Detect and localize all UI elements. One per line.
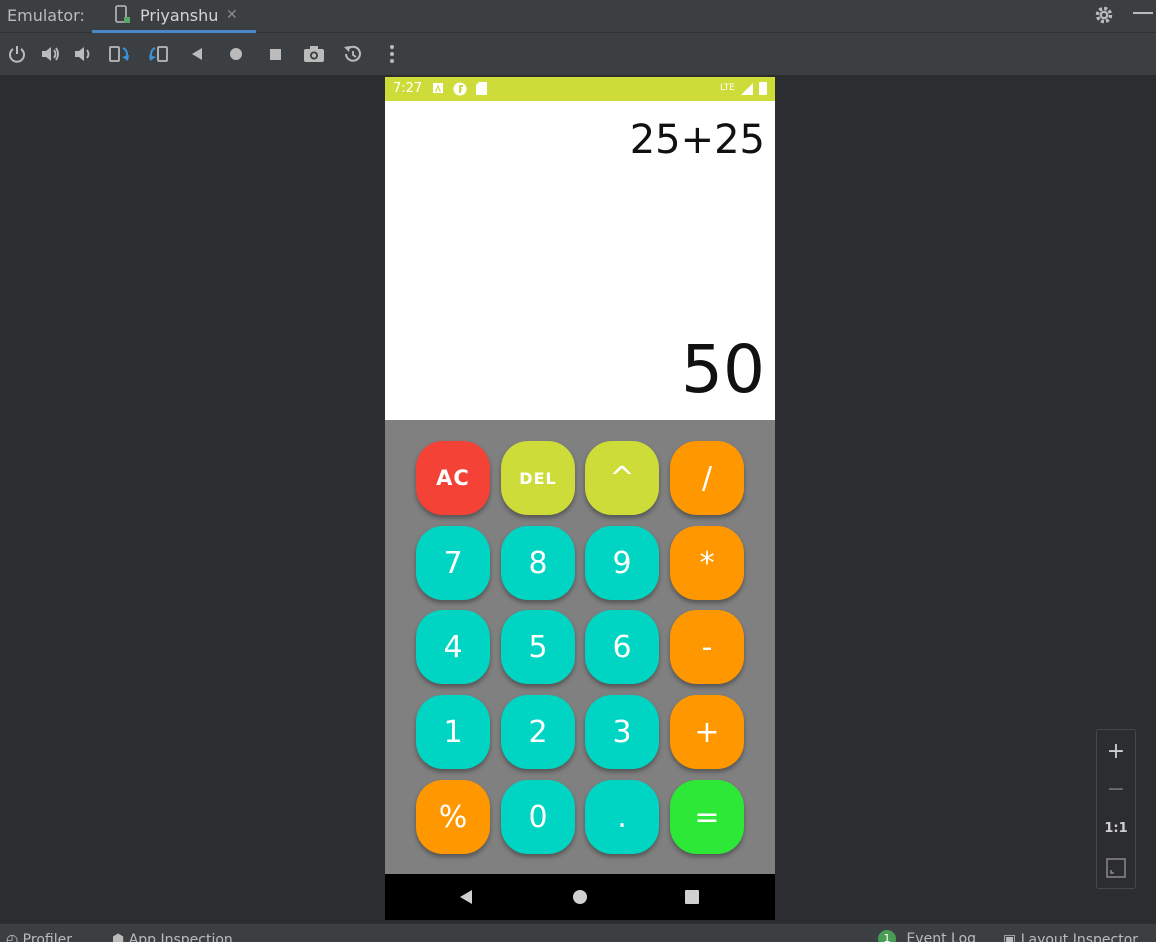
app-inspection-tab[interactable]: ⬢ App Inspection bbox=[112, 932, 233, 942]
app-inspection-icon: ⬢ bbox=[112, 932, 125, 942]
digit-4-button[interactable]: 4 bbox=[416, 610, 490, 684]
digit-1-button[interactable]: 1 bbox=[416, 695, 490, 769]
percent-button[interactable]: % bbox=[416, 780, 490, 854]
multiply-button[interactable]: * bbox=[670, 526, 744, 600]
profiler-icon: ◴ bbox=[6, 932, 19, 942]
zoom-fit-icon[interactable] bbox=[1097, 850, 1135, 886]
result-text: 50 bbox=[681, 331, 765, 408]
device-icon bbox=[114, 5, 132, 29]
home-icon[interactable] bbox=[225, 43, 247, 65]
digit-0-button[interactable]: 0 bbox=[501, 780, 575, 854]
android-nav-bar bbox=[385, 874, 775, 920]
close-tab-icon[interactable]: ✕ bbox=[226, 7, 238, 23]
layout-inspector-label: Layout Inspector bbox=[1020, 932, 1139, 942]
add-button[interactable]: + bbox=[670, 695, 744, 769]
emulator-tab-bar: Emulator: Priyanshu ✕ bbox=[0, 0, 1156, 33]
device-tab-label: Priyanshu bbox=[140, 6, 219, 25]
device-tab[interactable]: Priyanshu ✕ bbox=[92, 0, 256, 33]
nav-home-icon[interactable] bbox=[570, 887, 590, 907]
device-screen: 7:27 LTE 25+25 50 AC DEL ^ / 7 8 9 * 4 5… bbox=[385, 77, 775, 920]
calculator-display: 25+25 50 bbox=[385, 101, 775, 420]
app-inspection-label: App Inspection bbox=[128, 932, 233, 942]
profiler-tab[interactable]: ◴ Profiler bbox=[6, 932, 72, 942]
emulator-label: Emulator: bbox=[7, 6, 85, 25]
event-log-count: 1 bbox=[878, 930, 896, 942]
sd-card-icon bbox=[476, 82, 487, 99]
volume-up-icon[interactable] bbox=[39, 43, 61, 65]
delete-button[interactable]: DEL bbox=[501, 441, 575, 515]
nav-back-icon[interactable] bbox=[457, 887, 477, 907]
back-icon[interactable] bbox=[187, 43, 209, 65]
layout-inspector-tab[interactable]: ▣ Layout Inspector bbox=[1003, 932, 1138, 942]
snapshot-icon[interactable] bbox=[341, 43, 363, 65]
status-time: 7:27 bbox=[393, 81, 423, 96]
more-icon[interactable] bbox=[381, 43, 403, 65]
signal-icon bbox=[741, 83, 753, 99]
zoom-in-button[interactable]: + bbox=[1097, 734, 1135, 770]
notification-a-icon bbox=[432, 82, 444, 98]
digit-5-button[interactable]: 5 bbox=[501, 610, 575, 684]
keypad: AC DEL ^ / 7 8 9 * 4 5 6 - 1 2 3 + % 0 .… bbox=[385, 420, 775, 874]
overview-icon[interactable] bbox=[264, 43, 286, 65]
rotate-right-icon[interactable] bbox=[146, 43, 168, 65]
volume-down-icon[interactable] bbox=[72, 43, 94, 65]
event-log-tab[interactable]: 1 Event Log bbox=[878, 930, 976, 942]
status-bar: 7:27 LTE bbox=[385, 77, 775, 101]
rotate-left-icon[interactable] bbox=[108, 43, 130, 65]
digit-6-button[interactable]: 6 bbox=[585, 610, 659, 684]
digit-8-button[interactable]: 8 bbox=[501, 526, 575, 600]
network-type: LTE bbox=[720, 83, 735, 93]
minimize-icon[interactable] bbox=[1133, 12, 1153, 14]
power-icon[interactable] bbox=[6, 43, 28, 65]
layout-inspector-icon: ▣ bbox=[1003, 932, 1017, 942]
notification-f-icon bbox=[453, 82, 467, 100]
camera-icon[interactable] bbox=[302, 43, 324, 65]
digit-7-button[interactable]: 7 bbox=[416, 526, 490, 600]
divide-button[interactable]: / bbox=[670, 441, 744, 515]
clear-button[interactable]: AC bbox=[416, 441, 490, 515]
digit-9-button[interactable]: 9 bbox=[585, 526, 659, 600]
power-operator-button[interactable]: ^ bbox=[585, 441, 659, 515]
equals-button[interactable]: = bbox=[670, 780, 744, 854]
battery-icon bbox=[759, 82, 767, 95]
expression-text: 25+25 bbox=[629, 117, 765, 163]
zoom-actual-size-button[interactable]: 1:1 bbox=[1097, 811, 1135, 847]
emulator-toolbar bbox=[0, 33, 1156, 76]
zoom-out-button[interactable]: − bbox=[1097, 772, 1135, 808]
event-log-label: Event Log bbox=[906, 931, 977, 942]
bottom-tool-bar: ◴ Profiler ⬢ App Inspection 1 Event Log … bbox=[0, 923, 1156, 942]
subtract-button[interactable]: - bbox=[670, 610, 744, 684]
profiler-label: Profiler bbox=[22, 932, 72, 942]
gear-icon[interactable] bbox=[1093, 4, 1115, 31]
digit-2-button[interactable]: 2 bbox=[501, 695, 575, 769]
decimal-button[interactable]: . bbox=[585, 780, 659, 854]
zoom-controls: + − 1:1 bbox=[1096, 729, 1136, 889]
digit-3-button[interactable]: 3 bbox=[585, 695, 659, 769]
nav-recents-icon[interactable] bbox=[682, 887, 702, 907]
